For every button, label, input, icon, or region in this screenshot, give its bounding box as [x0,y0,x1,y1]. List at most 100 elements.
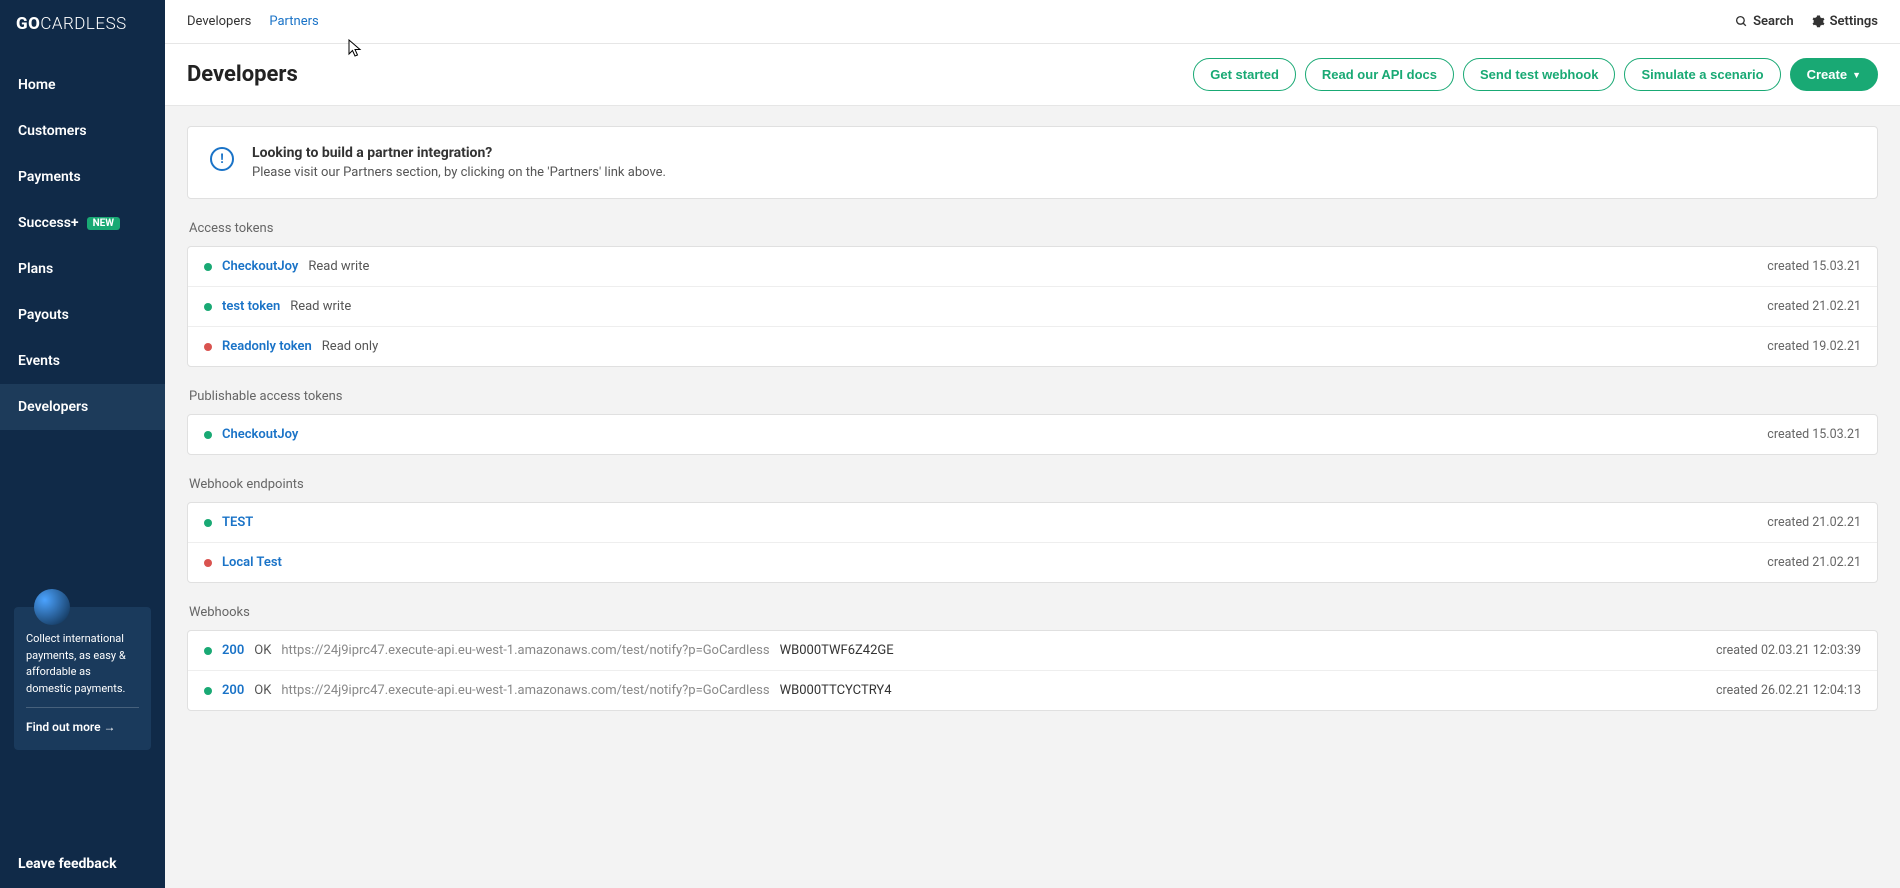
webhooks-list: 200 OK https://24j9iprc47.execute-api.eu… [187,630,1878,711]
token-permission: Read only [322,339,378,354]
gear-icon [1812,15,1825,28]
section-title-access-tokens: Access tokens [189,221,1878,236]
sidebar-nav: Home Customers Payments Success+ NEW Pla… [0,62,165,430]
brand-cardless: CARDLESS [40,14,126,34]
header-actions: Get started Read our API docs Send test … [1193,58,1878,91]
info-title: Looking to build a partner integration? [252,145,666,161]
info-text: Looking to build a partner integration? … [252,145,666,180]
token-permission: Read write [290,299,351,314]
sidebar-item-label: Payments [18,169,81,185]
webhook-url: https://24j9iprc47.execute-api.eu-west-1… [281,683,769,698]
webhook-code: 200 [222,643,244,658]
table-row[interactable]: 200 OK https://24j9iprc47.execute-api.eu… [188,631,1877,671]
sidebar-item-payments[interactable]: Payments [0,154,165,200]
promo-box: Collect international payments, as easy … [14,607,151,750]
sidebar-item-label: Customers [18,123,87,139]
tab-developers[interactable]: Developers [187,14,251,29]
token-name: CheckoutJoy [222,259,298,274]
webhook-id: WB000TTCYCTRY4 [780,683,892,698]
read-api-docs-button[interactable]: Read our API docs [1305,58,1454,91]
status-dot-icon [204,687,212,695]
chevron-down-icon: ▼ [1852,70,1861,80]
main: Developers Partners Search Settings Deve… [165,0,1900,888]
new-badge: NEW [87,217,120,230]
sidebar-item-label: Plans [18,261,53,277]
webhook-code: 200 [222,683,244,698]
token-meta: created 15.03.21 [1767,427,1861,442]
table-row[interactable]: CheckoutJoy created 15.03.21 [188,415,1877,454]
create-button[interactable]: Create ▼ [1790,58,1878,91]
sidebar-item-customers[interactable]: Customers [0,108,165,154]
content: ! Looking to build a partner integration… [165,106,1900,888]
sidebar-item-payouts[interactable]: Payouts [0,292,165,338]
access-tokens-list: CheckoutJoy Read write created 15.03.21 … [187,246,1878,367]
token-name: Readonly token [222,339,312,354]
get-started-button[interactable]: Get started [1193,58,1296,91]
info-desc: Please visit our Partners section, by cl… [252,165,666,180]
search-label: Search [1753,14,1794,29]
webhook-status: OK [254,643,271,658]
section-title-webhook-endpoints: Webhook endpoints [189,477,1878,492]
endpoint-name: Local Test [222,555,282,570]
brand-logo[interactable]: GOCARDLESS [0,0,165,48]
simulate-scenario-button[interactable]: Simulate a scenario [1624,58,1780,91]
sidebar-item-home[interactable]: Home [0,62,165,108]
token-permission: Read write [308,259,369,274]
status-dot-icon [204,431,212,439]
section-title-publishable: Publishable access tokens [189,389,1878,404]
globe-icon [34,589,70,625]
table-row[interactable]: Local Test created 21.02.21 [188,543,1877,582]
search-icon [1735,15,1748,28]
webhook-meta: created 02.03.21 12:03:39 [1716,643,1861,658]
status-dot-icon [204,263,212,271]
webhook-url: https://24j9iprc47.execute-api.eu-west-1… [281,643,769,658]
status-dot-icon [204,559,212,567]
token-meta: created 21.02.21 [1767,299,1861,314]
brand-go: GO [16,14,40,34]
webhook-id: WB000TWF6Z42GE [780,643,894,658]
token-name: test token [222,299,280,314]
status-dot-icon [204,343,212,351]
section-title-webhooks: Webhooks [189,605,1878,620]
endpoint-meta: created 21.02.21 [1767,515,1861,530]
topbar-right: Search Settings [1735,14,1878,29]
status-dot-icon [204,303,212,311]
create-label: Create [1807,67,1847,82]
tabs: Developers Partners [187,14,319,29]
settings-label: Settings [1830,14,1878,29]
topbar: Developers Partners Search Settings [165,0,1900,44]
info-banner: ! Looking to build a partner integration… [187,126,1878,199]
table-row[interactable]: TEST created 21.02.21 [188,503,1877,543]
sidebar-item-label: Home [18,77,56,93]
status-dot-icon [204,647,212,655]
table-row[interactable]: test token Read write created 21.02.21 [188,287,1877,327]
token-name: CheckoutJoy [222,427,298,442]
token-meta: created 15.03.21 [1767,259,1861,274]
sidebar-item-success[interactable]: Success+ NEW [0,200,165,246]
sidebar: GOCARDLESS Home Customers Payments Succe… [0,0,165,888]
settings-button[interactable]: Settings [1812,14,1878,29]
sidebar-item-events[interactable]: Events [0,338,165,384]
table-row[interactable]: Readonly token Read only created 19.02.2… [188,327,1877,366]
sidebar-item-label: Developers [18,399,88,415]
leave-feedback-link[interactable]: Leave feedback [0,840,165,888]
status-dot-icon [204,519,212,527]
table-row[interactable]: 200 OK https://24j9iprc47.execute-api.eu… [188,671,1877,710]
endpoint-meta: created 21.02.21 [1767,555,1861,570]
webhook-status: OK [254,683,271,698]
divider [26,707,139,708]
page-title: Developers [187,62,298,87]
promo-cta[interactable]: Find out more → [26,718,139,736]
table-row[interactable]: CheckoutJoy Read write created 15.03.21 [188,247,1877,287]
sidebar-item-label: Success+ [18,215,79,231]
promo-text: Collect international payments, as easy … [26,631,139,697]
sidebar-item-plans[interactable]: Plans [0,246,165,292]
webhook-endpoints-list: TEST created 21.02.21 Local Test created… [187,502,1878,583]
info-icon: ! [210,147,234,171]
sidebar-item-label: Payouts [18,307,69,323]
send-test-webhook-button[interactable]: Send test webhook [1463,58,1615,91]
search-button[interactable]: Search [1735,14,1794,29]
sidebar-item-label: Events [18,353,60,369]
tab-partners[interactable]: Partners [269,14,318,29]
sidebar-item-developers[interactable]: Developers [0,384,165,430]
